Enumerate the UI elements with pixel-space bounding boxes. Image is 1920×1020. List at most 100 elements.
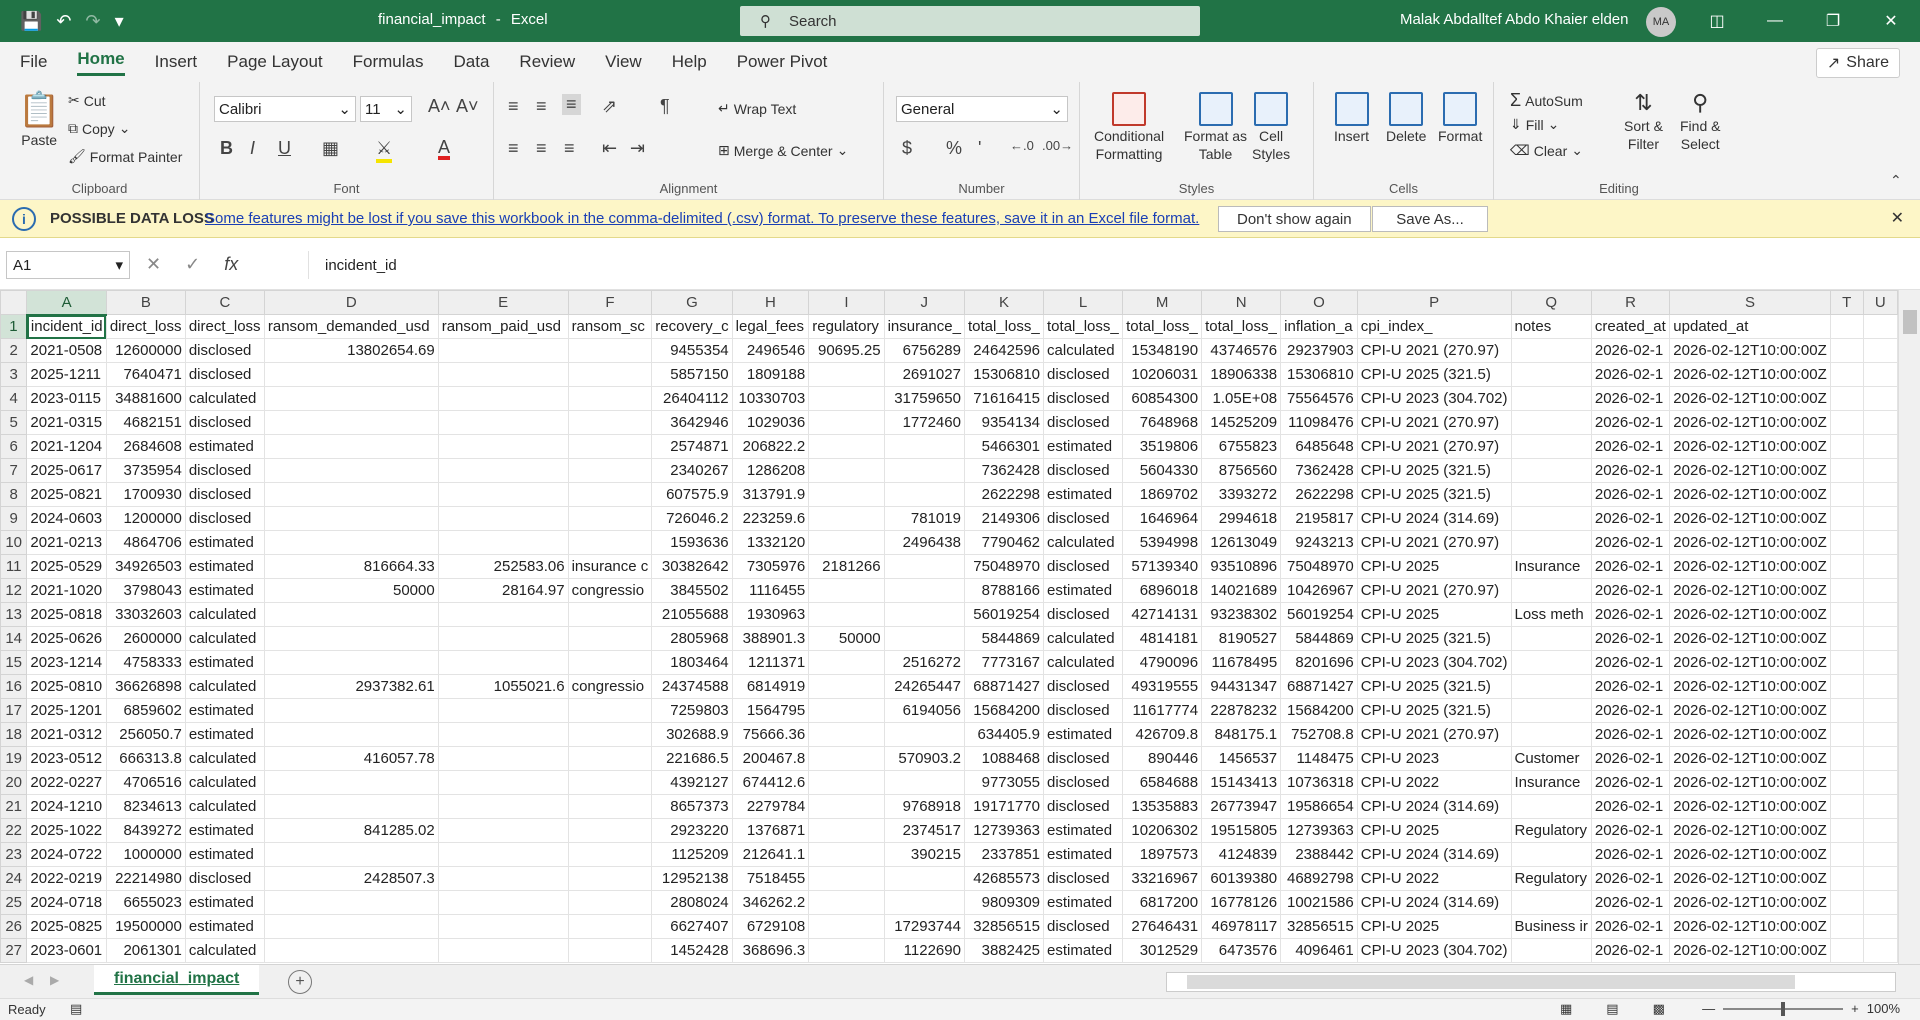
cell[interactable]: 68871427	[1280, 674, 1358, 699]
cell[interactable]: Customer	[1510, 746, 1592, 771]
cell[interactable]	[437, 530, 569, 555]
delete-cells-button[interactable]: Delete	[1386, 92, 1426, 144]
cell[interactable]: 10330703	[731, 386, 810, 411]
cell[interactable]: 634405.9	[963, 722, 1045, 747]
cell[interactable]: 16778126	[1201, 890, 1282, 915]
worksheet-grid[interactable]: ABCDEFGHIJKLMNOPQRSTU 1 incident_id direct…	[0, 290, 1898, 964]
tab-view[interactable]: View	[605, 52, 642, 72]
cell[interactable]: CPI-U 2025	[1356, 818, 1512, 843]
cell[interactable]	[808, 530, 885, 555]
cell[interactable]: 4124839	[1201, 842, 1282, 867]
cell[interactable]: 9809309	[963, 890, 1045, 915]
cell[interactable]: congressio	[567, 578, 653, 603]
cell[interactable]: 2195817	[1280, 506, 1358, 531]
fill-color-icon[interactable]: ⚔	[376, 138, 393, 163]
cell[interactable]	[808, 842, 885, 867]
cell[interactable]: 6859602	[105, 698, 186, 723]
cell[interactable]	[1862, 554, 1898, 579]
cell[interactable]: estimated	[1043, 818, 1124, 843]
cell[interactable]	[1829, 362, 1864, 387]
cell[interactable]	[1510, 674, 1592, 699]
row-header[interactable]: 2	[0, 338, 28, 363]
cell[interactable]: estimated	[1043, 578, 1124, 603]
column-header[interactable]: B	[105, 290, 186, 315]
column-header[interactable]: U	[1862, 290, 1898, 315]
column-header[interactable]: O	[1280, 290, 1358, 315]
tab-page-layout[interactable]: Page Layout	[227, 52, 322, 72]
cell[interactable]	[808, 458, 885, 483]
cell[interactable]	[883, 866, 965, 891]
cell[interactable]: 2026-02-12T10:00:00Z	[1669, 578, 1831, 603]
cell[interactable]	[263, 770, 439, 795]
cell[interactable]	[437, 770, 569, 795]
cell[interactable]: 2026-02-1	[1590, 650, 1671, 675]
cell[interactable]: 2026-02-12T10:00:00Z	[1669, 770, 1831, 795]
cell[interactable]: 7640471	[105, 362, 186, 387]
cell[interactable]: 2026-02-12T10:00:00Z	[1669, 842, 1831, 867]
cell[interactable]	[808, 362, 885, 387]
font-size-select[interactable]: 11 ⌄	[360, 96, 412, 122]
column-header[interactable]: J	[883, 290, 965, 315]
cell[interactable]	[883, 626, 965, 651]
cell[interactable]: calculated	[1043, 626, 1124, 651]
cell[interactable]: 2026-02-1	[1590, 674, 1671, 699]
zoom-level[interactable]: 100%	[1867, 1001, 1900, 1016]
cell[interactable]	[1862, 866, 1898, 891]
cell[interactable]	[567, 338, 653, 363]
cell[interactable]: 1452428	[651, 938, 733, 963]
cell[interactable]: 2026-02-12T10:00:00Z	[1669, 482, 1831, 507]
cell[interactable]	[1829, 410, 1864, 435]
cell[interactable]: 2026-02-1	[1590, 890, 1671, 915]
cell[interactable]	[567, 362, 653, 387]
cell[interactable]	[437, 842, 569, 867]
column-header[interactable]: C	[184, 290, 265, 315]
row-header[interactable]: 26	[0, 914, 28, 939]
align-left-icon[interactable]: ≡	[508, 138, 519, 159]
cell[interactable]	[263, 842, 439, 867]
cell[interactable]: 3798043	[105, 578, 186, 603]
row-header[interactable]: 24	[0, 866, 28, 891]
cancel-icon[interactable]: ✕	[146, 254, 161, 275]
cell[interactable]: 2021-0315	[26, 410, 107, 435]
cell[interactable]	[567, 410, 653, 435]
cell[interactable]: 200467.8	[731, 746, 810, 771]
cell[interactable]: CPI-U 2025	[1356, 914, 1512, 939]
cell[interactable]	[1862, 842, 1898, 867]
wrap-text-button[interactable]: ↵ Wrap Text	[718, 100, 796, 117]
cell[interactable]: 11678495	[1201, 650, 1282, 675]
cell[interactable]: 22878232	[1201, 698, 1282, 723]
cell[interactable]	[1829, 818, 1864, 843]
cell[interactable]	[437, 746, 569, 771]
cell[interactable]: 2026-02-1	[1590, 794, 1671, 819]
column-header[interactable]: I	[808, 290, 885, 315]
column-header[interactable]: E	[437, 290, 569, 315]
cell[interactable]	[1510, 506, 1592, 531]
minimize-icon[interactable]: —	[1746, 0, 1804, 42]
row-header[interactable]: 8	[0, 482, 28, 507]
cell[interactable]	[1829, 914, 1864, 939]
row-header[interactable]: 1	[0, 314, 28, 339]
cell[interactable]: 56019254	[963, 602, 1045, 627]
column-header[interactable]: G	[651, 290, 733, 315]
cell[interactable]: 2024-1210	[26, 794, 107, 819]
cell[interactable]: 56019254	[1280, 602, 1358, 627]
cell[interactable]	[1829, 866, 1864, 891]
cell[interactable]: 2026-02-1	[1590, 818, 1671, 843]
cell[interactable]	[1510, 386, 1592, 411]
row-header[interactable]: 6	[0, 434, 28, 459]
cell[interactable]: 50000	[808, 626, 885, 651]
cell[interactable]	[437, 698, 569, 723]
cell[interactable]: 2026-02-1	[1590, 434, 1671, 459]
cell[interactable]: 2021-0213	[26, 530, 107, 555]
cell[interactable]	[808, 746, 885, 771]
cell[interactable]	[1829, 386, 1864, 411]
cell[interactable]: 256050.7	[105, 722, 186, 747]
cell[interactable]: CPI-U 2022	[1356, 866, 1512, 891]
fill-button[interactable]: ⇓ Fill ⌄	[1510, 116, 1559, 133]
column-header[interactable]: K	[963, 290, 1045, 315]
cell[interactable]	[1829, 338, 1864, 363]
cell[interactable]: 1055021.6	[437, 674, 569, 699]
cell[interactable]	[1829, 602, 1864, 627]
cell[interactable]: 2026-02-1	[1590, 458, 1671, 483]
restore-icon[interactable]: ❐	[1804, 0, 1862, 42]
